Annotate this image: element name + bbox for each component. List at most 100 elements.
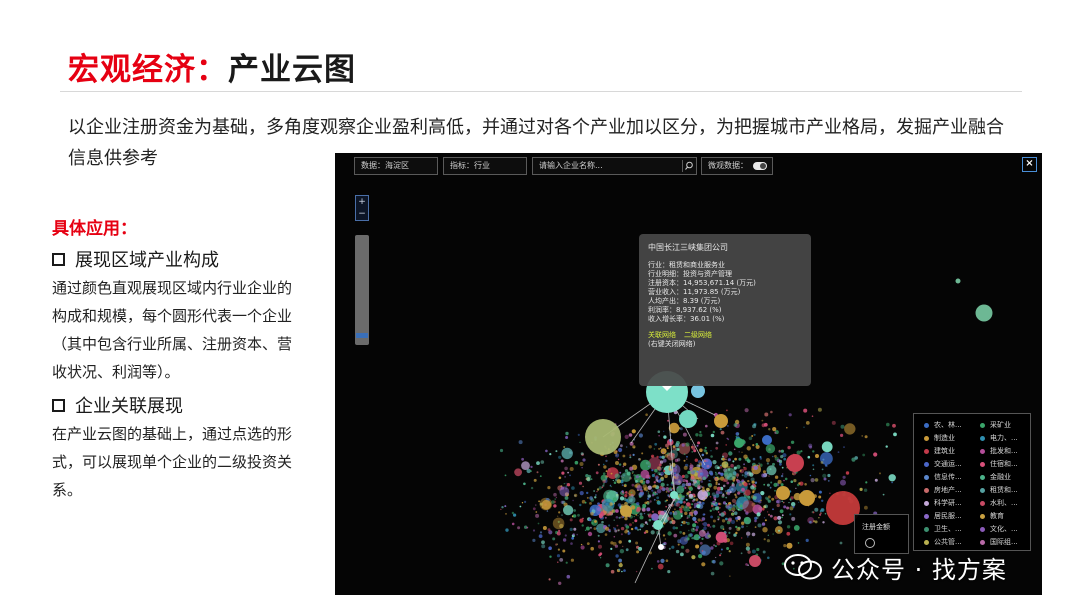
legend-color-dot-icon: [980, 448, 985, 454]
legend-item[interactable]: 水利、...: [980, 498, 1018, 508]
related-network-link[interactable]: 关联网络: [648, 331, 676, 339]
bubble-company[interactable]: [786, 454, 804, 472]
bubble-dot: [764, 412, 769, 417]
legend-item[interactable]: 批发和...: [980, 446, 1018, 456]
bubble-dot: [684, 474, 689, 479]
legend-item[interactable]: 农、林...: [924, 420, 962, 430]
bubble-dot: [695, 433, 699, 437]
bubble-dot: [728, 550, 731, 553]
search-icon[interactable]: [682, 160, 694, 172]
bubble-dot: [659, 447, 662, 449]
secondary-network-link[interactable]: 二级网络: [684, 331, 712, 339]
company-search-input[interactable]: 请输入企业名称...: [532, 157, 697, 175]
bubble-dot: [585, 474, 589, 478]
bubble-dot: [688, 509, 690, 512]
bubble-dot: [644, 486, 649, 491]
bubble-company[interactable]: [955, 278, 961, 284]
bubble-dot: [678, 480, 681, 483]
legend-item[interactable]: 房地产...: [924, 485, 962, 495]
bubble-company[interactable]: [585, 419, 621, 455]
bubble-dot: [579, 441, 581, 444]
bubble-dot: [675, 549, 680, 554]
legend-label: 教育: [990, 512, 1004, 520]
bubble-dot: [744, 408, 749, 413]
data-select[interactable]: 数据：海淀区: [354, 157, 438, 175]
bubble-dot: [736, 519, 738, 522]
bubble-dot: [747, 479, 750, 483]
bubble-dot: [719, 561, 724, 566]
bubble-company[interactable]: [620, 505, 632, 517]
zoom-out-button[interactable]: −: [356, 208, 368, 220]
legend-color-dot-icon: [924, 500, 929, 506]
bubble-company[interactable]: [734, 438, 744, 448]
bubble-dot: [708, 480, 710, 482]
legend-item[interactable]: 电力、...: [980, 433, 1018, 443]
legend-item[interactable]: 住宿和...: [980, 459, 1018, 469]
legend-item[interactable]: 文化、...: [980, 524, 1018, 534]
bubble-company[interactable]: [658, 544, 664, 550]
bubble-dot: [862, 453, 866, 457]
tooltip-hint: (右键关闭网络): [648, 340, 696, 348]
micro-data-toggle[interactable]: [753, 162, 767, 170]
bubble-dot: [774, 454, 777, 458]
bubble-dot: [778, 459, 783, 464]
bubble-dot: [697, 441, 701, 445]
bubble-dot: [664, 474, 668, 479]
bubble-company[interactable]: [776, 486, 790, 500]
bubble-dot: [783, 479, 785, 482]
zoom-slider-handle[interactable]: [356, 333, 368, 338]
legend-item[interactable]: 采矿业: [980, 420, 1011, 430]
legend-item[interactable]: 信息传...: [924, 472, 962, 482]
legend-item[interactable]: 金融业: [980, 472, 1011, 482]
legend-item[interactable]: 建筑业: [924, 446, 955, 456]
index-select[interactable]: 指标：行业: [443, 157, 527, 175]
bubble-company[interactable]: [679, 410, 697, 428]
search-placeholder: 请输入企业名称...: [539, 161, 603, 170]
legend-item[interactable]: 卫生、...: [924, 524, 962, 534]
bubble-dot: [743, 467, 747, 471]
legend-item[interactable]: 居民服...: [924, 511, 962, 521]
bubble-dot: [759, 457, 763, 460]
legend-item[interactable]: 科学研...: [924, 498, 962, 508]
bubble-dot: [665, 487, 670, 491]
legend-item[interactable]: 租赁和...: [980, 485, 1018, 495]
bubble-dot: [719, 554, 722, 557]
legend-item[interactable]: 教育: [980, 511, 1004, 521]
bubble-company[interactable]: [714, 414, 728, 428]
bubble-dot: [688, 486, 693, 491]
bubble-company[interactable]: [653, 520, 663, 530]
legend-item[interactable]: 交通运...: [924, 459, 962, 469]
legend-item[interactable]: 制造业: [924, 433, 955, 443]
bubble-dot: [812, 511, 815, 514]
bubble-dot: [554, 498, 556, 500]
bubble-company[interactable]: [799, 490, 815, 506]
bubble-dot: [671, 487, 674, 490]
bubble-dot: [771, 497, 775, 501]
bubble-dot: [676, 458, 681, 462]
bubble-dot: [705, 424, 708, 428]
bubble-dot: [596, 527, 598, 530]
bubble-dot: [748, 436, 753, 441]
bubble-dot: [628, 433, 633, 437]
bubble-dot: [635, 541, 639, 545]
bubble-dot: [668, 547, 671, 550]
bubble-company[interactable]: [762, 435, 772, 445]
legend-item[interactable]: 国际组...: [980, 537, 1018, 547]
bubble-dot: [579, 503, 582, 507]
bubble-dot: [567, 471, 569, 474]
industry-cloud-viz[interactable]: 数据：海淀区 指标：行业 请输入企业名称... 微观数据： × + − 中国长江…: [335, 153, 1042, 595]
bubble-company[interactable]: [975, 304, 993, 322]
legend-item[interactable]: 公共管...: [924, 537, 962, 547]
legend-color-dot-icon: [980, 422, 985, 428]
bubble-dot: [590, 546, 594, 551]
bubble-dot: [557, 515, 559, 517]
close-button[interactable]: ×: [1022, 157, 1037, 172]
bubble-company[interactable]: [670, 491, 678, 499]
bubble-company[interactable]: [691, 384, 705, 398]
bubble-dot: [752, 457, 756, 461]
bubble-dot: [665, 559, 669, 562]
zoom-slider-track[interactable]: [355, 235, 369, 345]
bubble-company[interactable]: [749, 555, 761, 567]
legend-label: 制造业: [934, 434, 955, 442]
zoom-in-button[interactable]: +: [356, 196, 368, 208]
